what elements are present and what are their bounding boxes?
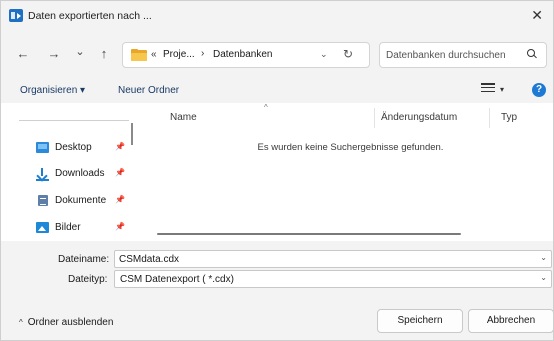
sidebar-item-label: Desktop xyxy=(55,142,92,153)
filename-dropdown-button[interactable]: ⌄ xyxy=(540,253,547,262)
filetype-select[interactable]: CSM Datenexport ( *.cdx) ⌄ xyxy=(114,270,552,288)
empty-results-message: Es wurden keine Suchergebnisse gefunden. xyxy=(257,142,444,153)
command-bar: Organisieren ▾ Neuer Ordner ▾ ? xyxy=(1,81,553,103)
column-header-name[interactable]: Name xyxy=(170,112,197,123)
pin-icon: 📌 xyxy=(115,195,125,204)
back-button[interactable]: ← xyxy=(14,45,32,63)
sidebar-item-label: Downloads xyxy=(55,168,105,179)
sidebar-item-label: Bilder xyxy=(55,222,81,233)
hide-folders-button[interactable]: ^ Ordner ausblenden xyxy=(19,317,113,328)
content-area: Desktop 📌 Downloads 📌 Dokumente 📌 Bilder… xyxy=(1,103,553,241)
breadcrumb-datenbanken[interactable]: Datenbanken xyxy=(213,49,273,60)
save-options: Dateiname: ⌄ Dateityp: CSM Datenexport (… xyxy=(1,241,553,297)
pin-icon: 📌 xyxy=(115,142,125,151)
app-icon xyxy=(9,9,23,22)
navigation-pane: Desktop 📌 Downloads 📌 Dokumente 📌 Bilder… xyxy=(1,103,137,241)
view-options-icon[interactable] xyxy=(481,83,495,95)
breadcrumb-overflow-button[interactable]: « xyxy=(151,49,157,60)
column-divider[interactable] xyxy=(489,108,490,128)
search-box[interactable] xyxy=(379,42,547,68)
help-icon[interactable]: ? xyxy=(532,83,546,97)
search-input[interactable] xyxy=(386,48,522,62)
save-dialog: Daten exportierten nach ... ✕ ← → ⌄ ↑ « … xyxy=(0,0,554,341)
organize-menu-button[interactable]: Organisieren ▾ xyxy=(20,85,85,96)
view-options-dropdown-button[interactable]: ▾ xyxy=(500,85,504,94)
new-folder-button[interactable]: Neuer Ordner xyxy=(118,85,179,96)
sidebar-item-label: Dokumente xyxy=(55,195,107,206)
filename-combobox[interactable]: ⌄ xyxy=(114,250,552,268)
close-button[interactable]: ✕ xyxy=(531,7,543,24)
hide-folders-label: Ordner ausblenden xyxy=(27,317,114,328)
sidebar-item-desktop[interactable]: Desktop 📌 xyxy=(36,140,131,156)
sidebar-item-pictures[interactable]: Bilder 📌 xyxy=(36,220,131,236)
horizontal-scrollbar[interactable] xyxy=(157,233,461,235)
sidebar-item-documents[interactable]: Dokumente 📌 xyxy=(36,193,131,209)
downloads-icon xyxy=(36,168,49,181)
navigation-pane-scrollbar[interactable] xyxy=(131,123,133,145)
column-header-type[interactable]: Typ xyxy=(501,112,517,123)
file-list: ^ Name Änderungsdatum Typ Es wurden kein… xyxy=(144,103,553,241)
chevron-up-icon: ^ xyxy=(19,318,23,327)
search-icon[interactable] xyxy=(527,49,537,59)
cancel-button[interactable]: Abbrechen xyxy=(468,309,553,333)
navigation-bar: ← → ⌄ ↑ « Proje... › Datenbanken ⌄ ↻ xyxy=(1,39,553,71)
pictures-icon xyxy=(36,222,49,233)
forward-button[interactable]: → xyxy=(45,45,63,63)
desktop-icon xyxy=(36,142,49,153)
address-bar[interactable]: « Proje... › Datenbanken ⌄ ↻ xyxy=(122,42,370,68)
sidebar-item-downloads[interactable]: Downloads 📌 xyxy=(36,166,131,182)
filetype-label: Dateityp: xyxy=(68,274,108,285)
pin-icon: 📌 xyxy=(115,168,125,177)
filename-label: Dateiname: xyxy=(58,254,110,265)
dialog-footer: ^ Ordner ausblenden Speichern Abbrechen xyxy=(1,297,553,340)
recent-locations-button[interactable]: ⌄ xyxy=(71,43,89,61)
save-button[interactable]: Speichern xyxy=(377,309,463,333)
column-divider[interactable] xyxy=(374,108,375,128)
refresh-button[interactable]: ↻ xyxy=(343,47,353,61)
navigation-pane-divider xyxy=(19,120,129,121)
filetype-dropdown-button[interactable]: ⌄ xyxy=(540,273,547,282)
pin-icon: 📌 xyxy=(115,222,125,231)
breadcrumb-projekte[interactable]: Proje... xyxy=(163,49,195,60)
filename-input[interactable] xyxy=(119,253,519,266)
title-bar: Daten exportierten nach ... ✕ xyxy=(1,1,553,31)
window-title: Daten exportierten nach ... xyxy=(28,10,152,22)
breadcrumb-separator-icon[interactable]: › xyxy=(201,48,204,59)
address-dropdown-button[interactable]: ⌄ xyxy=(320,49,328,60)
up-button[interactable]: ↑ xyxy=(95,45,113,63)
sort-indicator-icon: ^ xyxy=(264,103,268,112)
folder-icon xyxy=(131,49,147,61)
documents-icon xyxy=(38,195,48,206)
filetype-value: CSM Datenexport ( *.cdx) xyxy=(120,274,234,285)
column-header-date-modified[interactable]: Änderungsdatum xyxy=(381,112,457,123)
